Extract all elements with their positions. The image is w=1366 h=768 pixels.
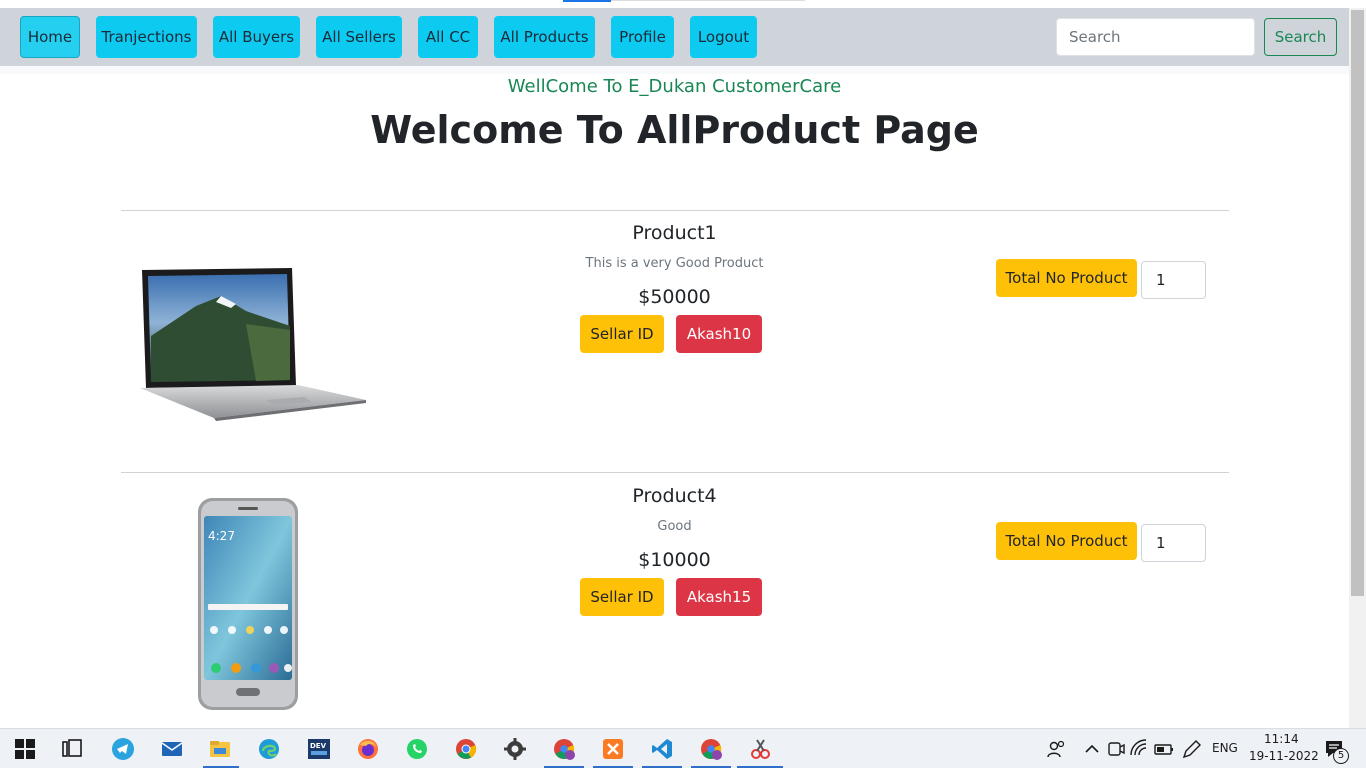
pen-icon[interactable] bbox=[1180, 737, 1204, 761]
windows-start-icon[interactable] bbox=[13, 737, 37, 761]
total-no-product-button[interactable]: Total No Product bbox=[996, 522, 1137, 560]
seller-id-label-button[interactable]: Sellar ID bbox=[580, 578, 664, 616]
nav-logout-button[interactable]: Logout bbox=[690, 16, 757, 58]
xampp-icon[interactable] bbox=[601, 737, 625, 761]
telegram-icon[interactable] bbox=[111, 737, 135, 761]
product-name: Product4 bbox=[632, 485, 717, 507]
nav-all-cc-button[interactable]: All CC bbox=[418, 16, 478, 58]
nav-tranjections-button[interactable]: Tranjections bbox=[96, 16, 197, 58]
chevron-up-icon[interactable] bbox=[1080, 737, 1104, 761]
quantity-input[interactable]: 1 bbox=[1141, 524, 1206, 562]
product-name: Product1 bbox=[632, 222, 717, 244]
browser-top-strip bbox=[0, 0, 1366, 8]
clock-date[interactable]: 19-11-2022 bbox=[1249, 749, 1319, 763]
battery-icon[interactable] bbox=[1152, 737, 1176, 761]
search-input[interactable]: Search bbox=[1056, 18, 1255, 56]
page-scrollbar[interactable] bbox=[1349, 8, 1366, 728]
task-view-icon[interactable] bbox=[60, 737, 84, 761]
tab-strip-line bbox=[611, 0, 805, 1]
nav-profile-button[interactable]: Profile bbox=[611, 16, 674, 58]
search-button[interactable]: Search bbox=[1264, 18, 1337, 56]
wifi-icon[interactable] bbox=[1128, 737, 1152, 761]
snipping-tool-icon[interactable] bbox=[748, 737, 772, 761]
chrome-profile-icon[interactable] bbox=[699, 737, 723, 761]
seller-id-value-button[interactable]: Akash10 bbox=[676, 315, 762, 353]
mail-icon[interactable] bbox=[160, 737, 184, 761]
nav-all-buyers-button[interactable]: All Buyers bbox=[213, 16, 300, 58]
navbar-bottom-band bbox=[0, 66, 1349, 74]
svg-text:DEV: DEV bbox=[310, 742, 327, 750]
clock-time[interactable]: 11:14 bbox=[1264, 732, 1299, 746]
product-divider bbox=[121, 472, 1229, 473]
file-explorer-icon[interactable] bbox=[208, 737, 232, 761]
chrome-profile-icon[interactable] bbox=[552, 737, 576, 761]
active-tab-indicator bbox=[563, 0, 611, 2]
greeting-text: WellCome To E_Dukan CustomerCare bbox=[507, 76, 842, 97]
firefox-icon[interactable] bbox=[356, 737, 380, 761]
people-icon[interactable] bbox=[1044, 737, 1068, 761]
edge-icon[interactable] bbox=[257, 737, 281, 761]
page-title: Welcome To AllProduct Page bbox=[370, 108, 979, 152]
nav-home-button[interactable]: Home bbox=[20, 16, 80, 58]
notification-badge: 5 bbox=[1333, 748, 1349, 764]
total-no-product-button[interactable]: Total No Product bbox=[996, 259, 1137, 297]
devcpp-icon[interactable]: DEV bbox=[307, 737, 331, 761]
quantity-input[interactable]: 1 bbox=[1141, 261, 1206, 299]
vscode-icon[interactable] bbox=[650, 737, 674, 761]
seller-id-label-button[interactable]: Sellar ID bbox=[580, 315, 664, 353]
meet-now-icon[interactable] bbox=[1104, 737, 1128, 761]
nav-all-products-button[interactable]: All Products bbox=[494, 16, 595, 58]
product-divider bbox=[121, 210, 1229, 211]
navbar: Home Tranjections All Buyers All Sellers… bbox=[0, 8, 1349, 66]
scrollbar-thumb[interactable] bbox=[1351, 10, 1364, 596]
chrome-icon[interactable] bbox=[454, 737, 478, 761]
settings-gear-icon[interactable] bbox=[503, 737, 527, 761]
windows-taskbar: DEV ENG 11:14 19-11-2022 5 bbox=[0, 728, 1366, 768]
whatsapp-icon[interactable] bbox=[405, 737, 429, 761]
language-indicator[interactable]: ENG bbox=[1212, 741, 1238, 755]
seller-id-value-button[interactable]: Akash15 bbox=[676, 578, 762, 616]
nav-all-sellers-button[interactable]: All Sellers bbox=[316, 16, 402, 58]
